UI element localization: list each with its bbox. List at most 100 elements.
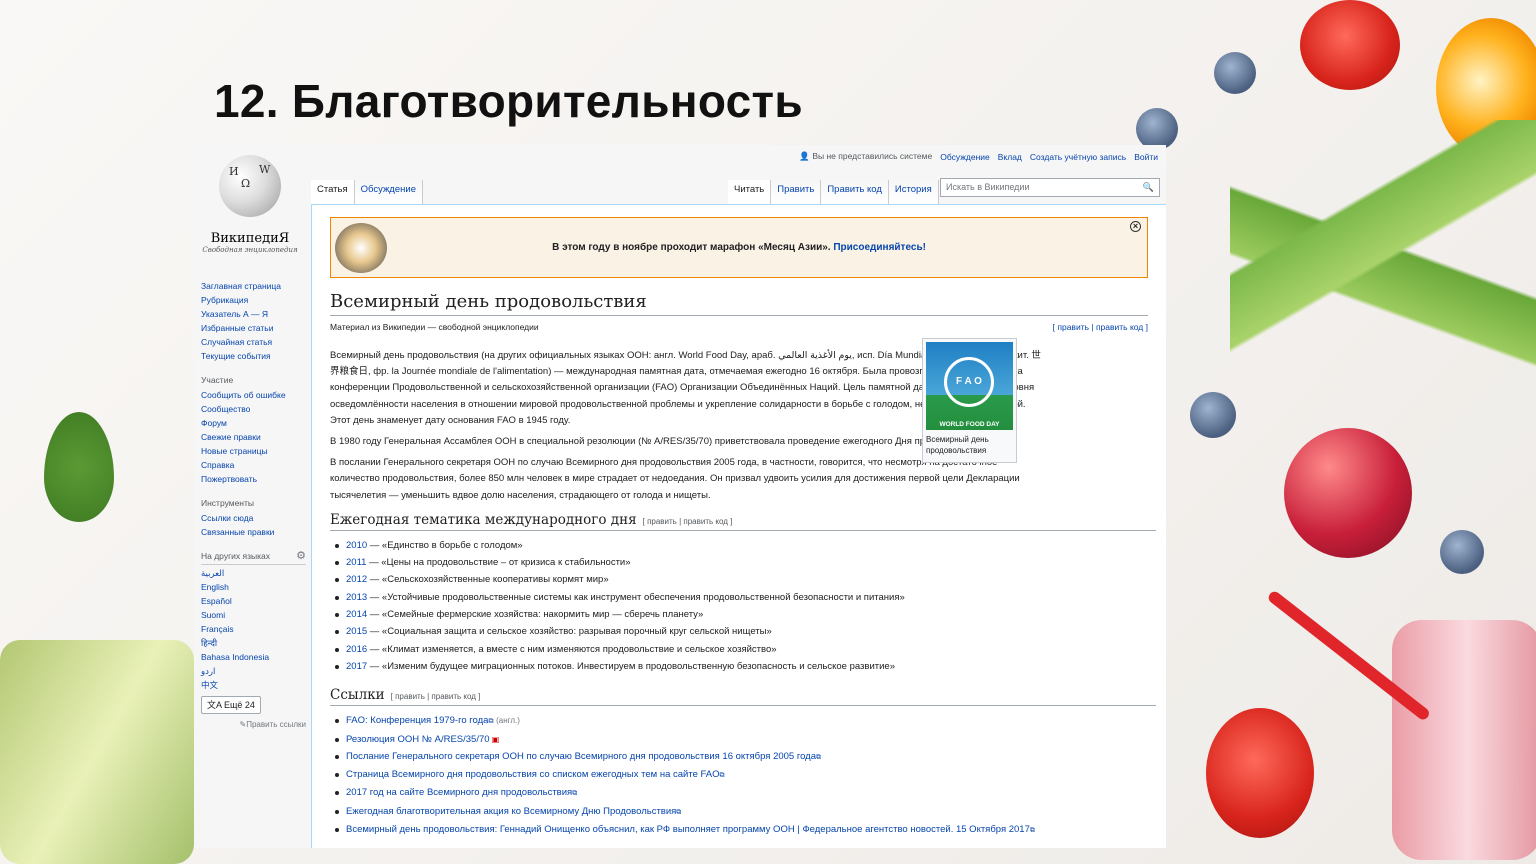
more-languages-label: Ещё 24 xyxy=(224,700,255,710)
gear-icon[interactable]: ⚙ xyxy=(296,549,306,563)
language-link[interactable]: 中文 xyxy=(201,678,306,692)
sidebar-item-current-events[interactable]: Текущие события xyxy=(201,349,306,363)
login-link[interactable]: Войти xyxy=(1134,152,1158,162)
sidebar-item-categories[interactable]: Рубрикация xyxy=(201,293,306,307)
sidebar-item-recent-changes[interactable]: Свежие правки xyxy=(201,430,306,444)
translate-icon: 文A xyxy=(207,700,225,710)
jar-decoration xyxy=(1392,620,1536,860)
external-link[interactable]: FAO: Конференция 1979-го года xyxy=(346,715,488,726)
notice-text: В этом году в ноябре проходит марафон «М… xyxy=(552,242,831,253)
language-link[interactable]: اردو xyxy=(201,664,306,678)
logo-name: ВикипедиЯ xyxy=(210,231,290,246)
create-account-link[interactable]: Создать учётную запись xyxy=(1030,152,1126,162)
pdf-icon: ▣ xyxy=(489,734,500,744)
section-title: Ссылки xyxy=(330,687,385,704)
search-input[interactable]: Искать в Википедии 🔍 xyxy=(940,178,1160,197)
fao-logo-image[interactable]: F A O WORLD FOOD DAY xyxy=(926,342,1013,430)
tab-edit-source[interactable]: Править код xyxy=(821,180,889,204)
external-link[interactable]: 2017 год на сайте Всемирного дня продово… xyxy=(346,787,572,798)
tab-history[interactable]: История xyxy=(888,180,939,204)
language-link[interactable]: العربية xyxy=(201,566,306,580)
edit-section-link[interactable]: [ править | править код ] xyxy=(1053,322,1148,332)
external-link-icon: ⧉ xyxy=(719,772,725,780)
sidebar-item-featured[interactable]: Избранные статьи xyxy=(201,321,306,335)
year-link[interactable]: 2011 xyxy=(346,557,366,568)
sidebar-item-help[interactable]: Справка xyxy=(201,458,306,472)
talk-link[interactable]: Обсуждение xyxy=(940,152,990,162)
theme-text: — «Климат изменяется, а вместе с ним изм… xyxy=(367,643,777,655)
list-item: 2010 — «Единство в борьбе с голодом» xyxy=(330,537,1148,554)
article-content: В этом году в ноябре проходит марафон «М… xyxy=(311,204,1166,848)
section-heading-themes: Ежегодная тематика международного дня [ п… xyxy=(330,512,1156,531)
subtitle-row: Материал из Википедии — свободной энцикл… xyxy=(330,322,1148,332)
strawberry-decoration xyxy=(1206,708,1314,838)
pineapple-leaves-decoration xyxy=(1230,120,1536,450)
language-link[interactable]: Español xyxy=(201,594,306,608)
sidebar-item-community[interactable]: Сообщество xyxy=(201,402,306,416)
section-heading-links: Ссылки [ править | править код ] xyxy=(330,687,1156,707)
year-link[interactable]: 2017 xyxy=(346,661,367,672)
tab-read[interactable]: Читать xyxy=(728,180,772,204)
wikipedia-globe-icon: ΩWИ xyxy=(219,155,281,217)
external-link[interactable]: Всемирный день продовольствия: Геннадий … xyxy=(346,824,1030,835)
year-link[interactable]: 2012 xyxy=(346,574,367,585)
page-title: Всемирный день продовольствия xyxy=(330,291,1148,316)
external-link-icon: ⧉ xyxy=(1029,826,1035,834)
user-icon: 👤 xyxy=(799,151,813,161)
wikipedia-logo[interactable]: ΩWИ ВикипедиЯ Свободная энциклопедия xyxy=(200,151,300,261)
external-link[interactable]: Резолюция ООН № A/RES/35/70 xyxy=(346,734,490,745)
sidebar-item-main-page[interactable]: Заглавная страница xyxy=(201,279,306,293)
slide-title: 12. Благотворительность xyxy=(214,75,803,127)
sidebar-item-new-pages[interactable]: Новые страницы xyxy=(201,444,306,458)
list-item: 2012 — «Сельскохозяйственные кооперативы… xyxy=(330,571,1148,588)
sidebar-item-donate[interactable]: Пожертвовать xyxy=(201,472,306,486)
year-link[interactable]: 2015 xyxy=(346,626,367,637)
theme-text: — «Устойчивые продовольственные системы … xyxy=(367,591,905,603)
list-item: Всемирный день продовольствия: Геннадий … xyxy=(330,821,1148,839)
sidebar-item-index[interactable]: Указатель А — Я xyxy=(201,307,306,321)
year-link[interactable]: 2016 xyxy=(346,644,367,655)
tab-talk[interactable]: Обсуждение xyxy=(354,180,423,204)
tab-article[interactable]: Статья xyxy=(311,180,355,204)
section-edit-link[interactable]: [ править | править код ] xyxy=(391,692,481,701)
blueberry-decoration xyxy=(1440,530,1484,574)
infobox-caption: Всемирный день продовольствия xyxy=(926,435,989,455)
notice-join-link[interactable]: Присоединяйтесь! xyxy=(833,242,926,253)
theme-text: — «Единство в борьбе с голодом» xyxy=(367,539,523,551)
bottle-decoration xyxy=(0,640,194,864)
tab-edit[interactable]: Править xyxy=(771,180,822,204)
sidebar-item-random[interactable]: Случайная статья xyxy=(201,335,306,349)
year-link[interactable]: 2010 xyxy=(346,540,367,551)
more-languages-button[interactable]: 文A Ещё 24 xyxy=(201,696,261,714)
fao-emblem: F A O xyxy=(944,357,994,407)
edit-links-link[interactable]: ✎Править ссылки xyxy=(201,718,306,732)
view-tabs: Читать Править Править код История xyxy=(728,180,939,204)
anon-label: Вы не представились системе xyxy=(812,151,933,161)
external-link-icon: ⧉ xyxy=(572,790,578,798)
strawberry-decoration xyxy=(1300,0,1400,90)
language-link[interactable]: Suomi xyxy=(201,608,306,622)
sidebar-heading-tools: Инструменты xyxy=(201,498,255,508)
year-link[interactable]: 2014 xyxy=(346,609,367,620)
sidebar-item-related-changes[interactable]: Связанные правки xyxy=(201,525,306,539)
language-link[interactable]: Français xyxy=(201,622,306,636)
theme-text: — «Социальная защита и сельское хозяйств… xyxy=(367,626,772,638)
sidebar-item-report-error[interactable]: Сообщить об ошибке xyxy=(201,388,306,402)
wikipedia-screenshot: ΩWИ ВикипедиЯ Свободная энциклопедия Заг… xyxy=(194,145,1166,848)
search-icon[interactable]: 🔍 xyxy=(1143,182,1154,193)
language-link[interactable]: Bahasa Indonesia xyxy=(201,650,306,664)
list-item: 2013 — «Устойчивые продовольственные сис… xyxy=(330,589,1148,606)
sidebar-item-forum[interactable]: Форум xyxy=(201,416,306,430)
language-link[interactable]: हिन्दी xyxy=(201,636,306,650)
contributions-link[interactable]: Вклад xyxy=(998,152,1022,162)
section-edit-link[interactable]: [ править | править код ] xyxy=(643,517,733,526)
year-link[interactable]: 2013 xyxy=(346,592,367,603)
external-link[interactable]: Страница Всемирного дня продовольствия с… xyxy=(346,769,720,780)
external-link[interactable]: Ежегодная благотворительная акция ко Все… xyxy=(346,806,676,817)
list-item: Страница Всемирного дня продовольствия с… xyxy=(330,766,1148,784)
language-link[interactable]: English xyxy=(201,580,306,594)
list-item: Резолюция ООН № A/RES/35/70 ▣ xyxy=(330,731,1148,748)
sidebar-item-what-links-here[interactable]: Ссылки сюда xyxy=(201,511,306,525)
external-link[interactable]: Послание Генерального секретаря ООН по с… xyxy=(346,751,816,762)
close-icon[interactable]: × xyxy=(1130,221,1141,232)
